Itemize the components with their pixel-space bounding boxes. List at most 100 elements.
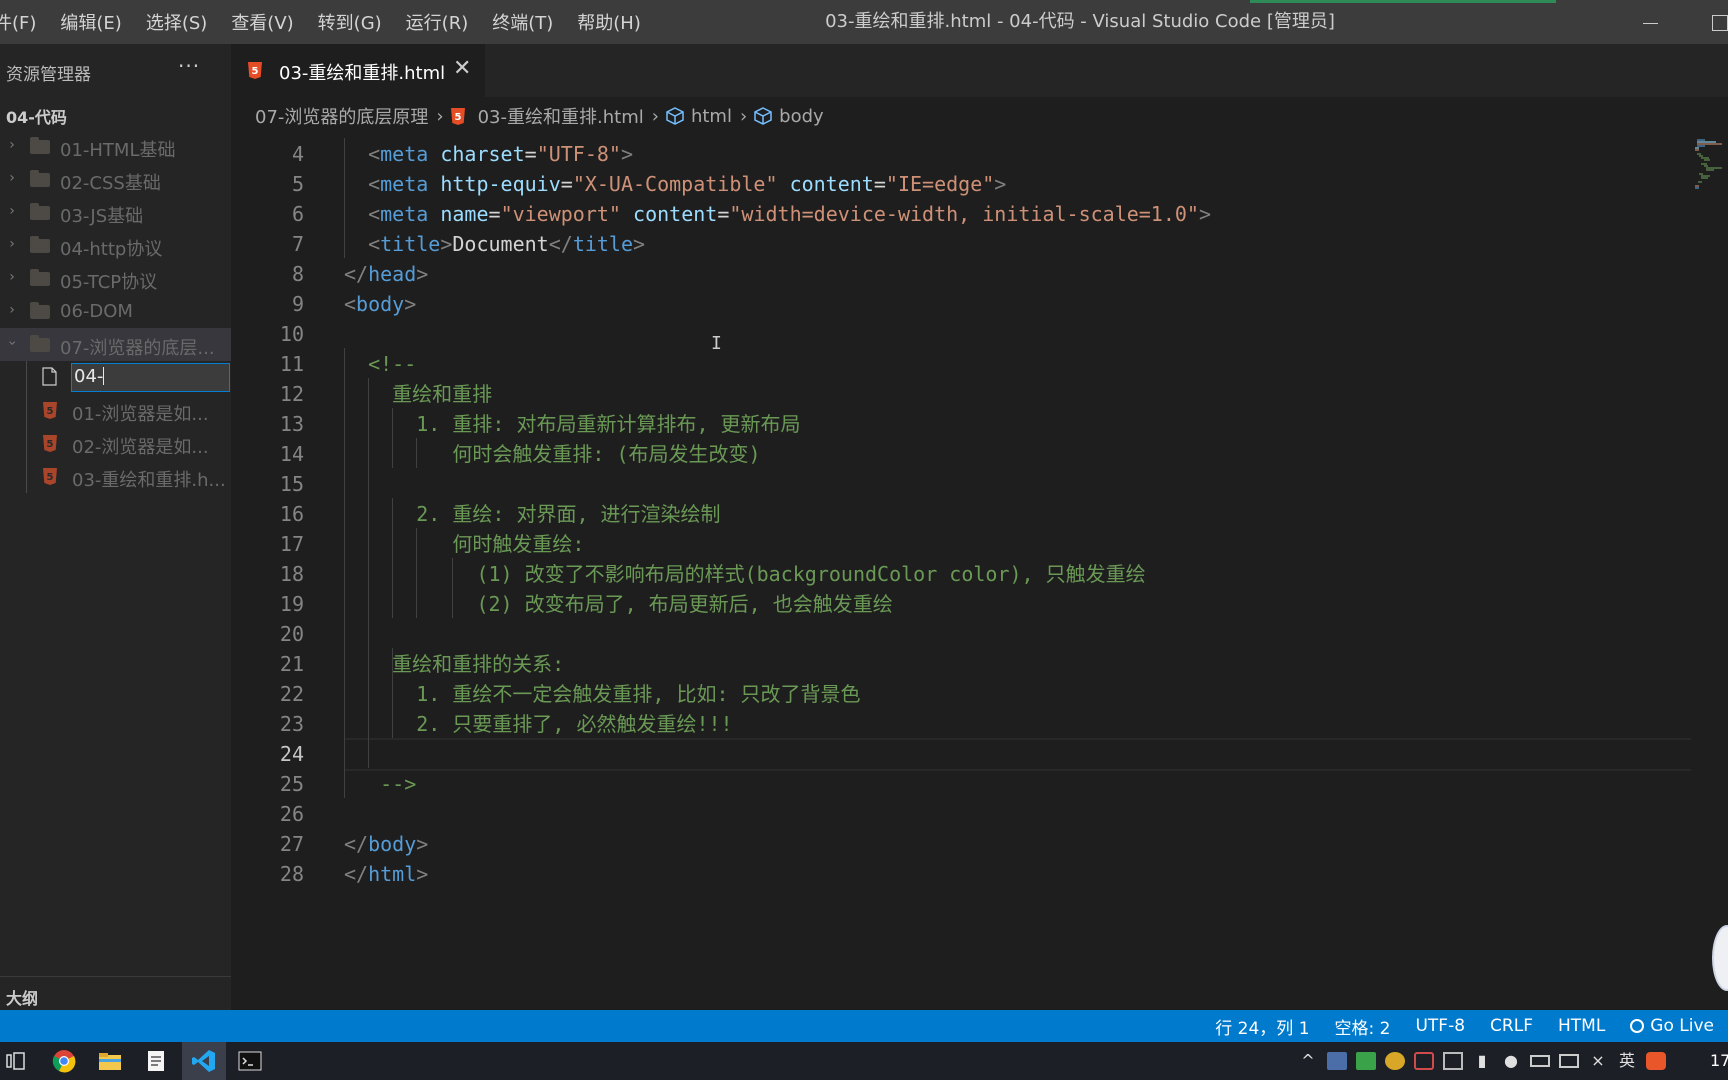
menu-run[interactable]: 运行(R): [394, 9, 481, 35]
tree-file-01[interactable]: 5 01-浏览器是如...: [0, 394, 231, 427]
code-line[interactable]: 18 (1) 改变了不影响布局的样式(backgroundColor color)…: [231, 558, 1691, 591]
folder-icon: [30, 170, 50, 187]
editor-tab[interactable]: 5 03-重绘和重排.html ✕: [231, 44, 485, 97]
menu-terminal[interactable]: 终端(T): [480, 9, 565, 35]
tree-folder-07[interactable]: › 07-浏览器的底层...: [0, 328, 231, 361]
tree-item-label: 01-HTML基础: [60, 140, 176, 161]
tree-file-03[interactable]: 5 03-重绘和重排.h...: [0, 460, 231, 493]
menu-file[interactable]: 件(F): [0, 9, 48, 35]
close-icon[interactable]: ✕: [453, 56, 471, 81]
breadcrumb-file[interactable]: 5 03-重绘和重排.html: [450, 103, 644, 129]
code-line[interactable]: 15: [231, 468, 1691, 501]
tree-folder-01[interactable]: › 01-HTML基础: [0, 130, 231, 163]
code-line[interactable]: 24: [231, 738, 1691, 771]
code-line[interactable]: 5 <meta http-equiv="X-UA-Compatible" cont…: [231, 168, 1691, 201]
code-text: <meta http-equiv="X-UA-Compatible" conte…: [368, 172, 1007, 196]
breadcrumb-html[interactable]: html: [665, 106, 732, 127]
tray-volume-muted-icon[interactable]: ×: [1588, 1052, 1608, 1070]
tree-folder-05[interactable]: › 05-TCP协议: [0, 262, 231, 295]
workspace-title[interactable]: 04-代码: [6, 104, 67, 128]
tree-folder-03[interactable]: › 03-JS基础: [0, 196, 231, 229]
tree-folder-04[interactable]: › 04-http协议: [0, 229, 231, 262]
tray-bookmark-icon[interactable]: ▮: [1472, 1052, 1492, 1070]
tree-new-file[interactable]: 04-: [0, 361, 231, 394]
outline-panel[interactable]: 大纲: [0, 976, 231, 1010]
code-line[interactable]: 12 重绘和重排: [231, 378, 1691, 411]
tray-app-icon[interactable]: [1385, 1052, 1405, 1070]
menu-selection[interactable]: 选择(S): [134, 9, 219, 35]
status-go-live[interactable]: Go Live: [1630, 1016, 1714, 1036]
status-encoding[interactable]: UTF-8: [1415, 1016, 1465, 1036]
menu-go[interactable]: 转到(G): [306, 9, 394, 35]
rename-input[interactable]: 04-: [71, 363, 230, 392]
breadcrumb-folder[interactable]: 07-浏览器的底层原理: [255, 103, 428, 129]
more-actions-icon[interactable]: ···: [178, 54, 200, 78]
tray-security-icon[interactable]: [1414, 1052, 1434, 1070]
text-caret: [103, 367, 105, 385]
code-line[interactable]: 14 何时会触发重排: (布局发生改变): [231, 438, 1691, 471]
indent-guide: [392, 648, 394, 738]
tray-sogou-icon[interactable]: [1646, 1052, 1666, 1070]
minimize-button[interactable]: [1630, 12, 1670, 34]
minimap[interactable]: [1691, 135, 1728, 1010]
code-line[interactable]: 27 </body>: [231, 828, 1691, 861]
notepad-icon[interactable]: [142, 1047, 170, 1075]
tree-folder-06[interactable]: › 06-DOM: [0, 295, 231, 328]
code-line[interactable]: 22 1. 重绘不一定会触发重排, 比如: 只改了背景色: [231, 678, 1691, 711]
status-cursor-position[interactable]: 行 24，列 1: [1215, 1014, 1309, 1039]
go-live-label: Go Live: [1650, 1016, 1714, 1036]
code-line[interactable]: 4 <meta charset="UTF-8">: [231, 138, 1691, 171]
tray-update-icon[interactable]: [1356, 1052, 1376, 1070]
code-line[interactable]: 11 <!--: [231, 348, 1691, 381]
folder-icon: [30, 203, 50, 220]
code-line[interactable]: 6 <meta name="viewport" content="width=de…: [231, 198, 1691, 231]
code-line[interactable]: 10: [231, 318, 1691, 351]
status-eol[interactable]: CRLF: [1490, 1016, 1533, 1036]
code-line[interactable]: 7 <title>Document</title>: [231, 228, 1691, 261]
terminal-icon[interactable]: [236, 1047, 264, 1075]
status-language[interactable]: HTML: [1558, 1016, 1605, 1036]
html5-icon: 5: [248, 62, 262, 79]
chrome-icon[interactable]: [50, 1047, 78, 1075]
task-view-icon[interactable]: [4, 1047, 32, 1075]
code-text: (1) 改变了不影响布局的样式(backgroundColor color), …: [476, 562, 1146, 586]
code-editor[interactable]: 4 <meta charset="UTF-8"> 5 <meta http-equiv…: [231, 135, 1691, 1010]
tree-folder-02[interactable]: › 02-CSS基础: [0, 163, 231, 196]
line-number: 17: [279, 532, 304, 556]
code-line[interactable]: 19 (2) 改变布局了, 布局更新后, 也会触发重绘: [231, 588, 1691, 621]
tray-network-icon[interactable]: [1327, 1052, 1347, 1070]
folder-icon: [30, 137, 50, 154]
tray-expand-icon[interactable]: ^: [1298, 1052, 1318, 1070]
maximize-button[interactable]: [1700, 12, 1728, 34]
menu-help[interactable]: 帮助(H): [565, 9, 653, 35]
tray-display-icon[interactable]: [1443, 1052, 1463, 1070]
code-line[interactable]: 17 何时触发重绘:: [231, 528, 1691, 561]
tray-microphone-icon[interactable]: ●: [1501, 1052, 1521, 1070]
code-line[interactable]: 23 2. 只要重排了, 必然触发重绘!!!: [231, 708, 1691, 741]
code-line[interactable]: 26: [231, 798, 1691, 831]
code-line[interactable]: 20: [231, 618, 1691, 651]
indent-guide: [26, 427, 27, 460]
code-line[interactable]: 13 1. 重排: 对布局重新计算排布, 更新布局: [231, 408, 1691, 441]
status-indentation[interactable]: 空格: 2: [1335, 1014, 1391, 1039]
tray-ime-indicator[interactable]: 英: [1617, 1052, 1637, 1070]
code-line[interactable]: 16 2. 重绘: 对界面, 进行渲染绘制: [231, 498, 1691, 531]
line-number: 5: [291, 172, 304, 196]
file-explorer-icon[interactable]: [96, 1047, 124, 1075]
taskbar-clock[interactable]: 17: [1710, 1051, 1728, 1070]
taskbar-active-app[interactable]: [182, 1042, 226, 1080]
indent-guide: [26, 361, 27, 394]
menu-view[interactable]: 查看(V): [219, 9, 305, 35]
code-line[interactable]: 21 重绘和重排的关系:: [231, 648, 1691, 681]
code-text: </head>: [344, 262, 429, 286]
code-text: </html>: [344, 862, 429, 886]
menu-edit[interactable]: 编辑(E): [48, 9, 133, 35]
code-line[interactable]: 25 -->: [231, 768, 1691, 801]
tree-file-02[interactable]: 5 02-浏览器是如...: [0, 427, 231, 460]
code-line[interactable]: 8 </head>: [231, 258, 1691, 291]
code-line[interactable]: 9 <body>: [231, 288, 1691, 321]
tray-battery-icon[interactable]: [1530, 1055, 1550, 1067]
tray-monitor-icon[interactable]: [1559, 1054, 1579, 1068]
breadcrumb-body[interactable]: body: [753, 106, 824, 127]
code-line[interactable]: 28 </html>: [231, 858, 1691, 891]
